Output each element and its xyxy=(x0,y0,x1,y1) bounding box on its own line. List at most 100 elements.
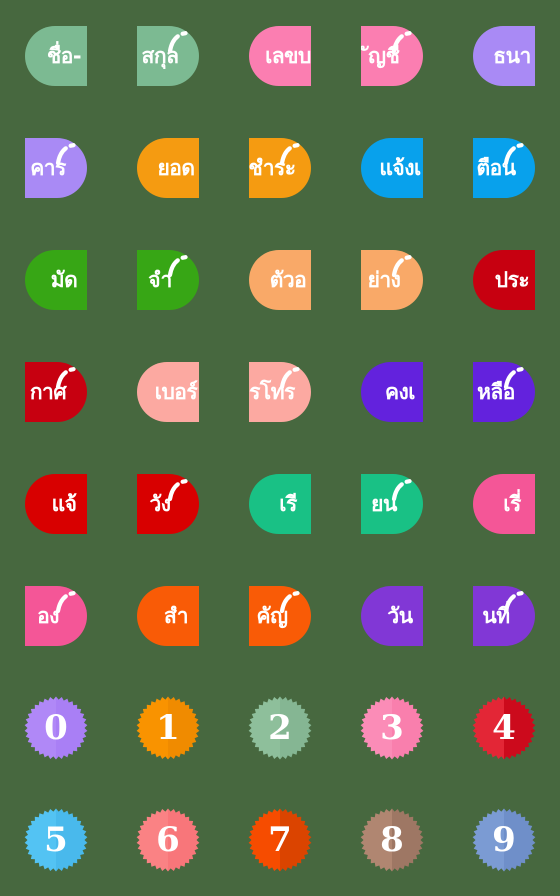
tile-tuao[interactable]: ตัวอ xyxy=(249,250,311,310)
tile-text-clip: ย่าง xyxy=(361,250,423,310)
badge-1[interactable]: 1 xyxy=(136,696,200,760)
tile-text-clip: เรี xyxy=(249,474,311,534)
tile-boe[interactable]: เบอร์ xyxy=(137,362,199,422)
tile-yot[interactable]: ยอด xyxy=(137,138,199,198)
badge-9[interactable]: 9 xyxy=(472,808,536,872)
grid-cell: เรี่ xyxy=(448,448,560,560)
badge-number: 0 xyxy=(44,708,68,748)
tile-text-clip: นที่ xyxy=(473,586,535,646)
tile-text-clip: คัญ xyxy=(249,586,311,646)
grid-cell: ธนา xyxy=(448,0,560,112)
tile-chamra[interactable]: ชำระ xyxy=(249,138,311,198)
tile-mat[interactable]: มัด xyxy=(25,250,87,310)
tile-thana[interactable]: ธนา xyxy=(473,26,535,86)
tile-sam[interactable]: สำ xyxy=(137,586,199,646)
tile-text-clip: วัน xyxy=(361,586,423,646)
tile-thi[interactable]: นที่ xyxy=(473,586,535,646)
badge-5[interactable]: 5 xyxy=(24,808,88,872)
tile-wang[interactable]: วัง xyxy=(137,474,199,534)
tile-riang[interactable]: เรี่ xyxy=(473,474,535,534)
grid-cell: คัญ xyxy=(224,560,336,672)
tile-label: รโทร xyxy=(249,379,295,404)
badge-3[interactable]: 3 xyxy=(360,696,424,760)
tile-label: เรี xyxy=(279,491,297,516)
tile-text-clip: กาศ xyxy=(25,362,87,422)
tile-label: แจ้งเ xyxy=(379,155,421,180)
tile-text-clip: ยอด xyxy=(137,138,199,198)
tile-chaengte[interactable]: แจ้งเ xyxy=(361,138,423,198)
grid-cell: ตัวอ xyxy=(224,224,336,336)
badge-number: 2 xyxy=(268,708,292,748)
badge-number: 3 xyxy=(380,708,404,748)
grid-cell: จำ xyxy=(112,224,224,336)
badge-number: 7 xyxy=(268,820,292,860)
tile-pra[interactable]: ประ xyxy=(473,250,535,310)
tile-kat[interactable]: กาศ xyxy=(25,362,87,422)
tile-khan[interactable]: คาร xyxy=(25,138,87,198)
tile-text-clip: ประ xyxy=(473,250,535,310)
grid-cell: กาศ xyxy=(0,336,112,448)
tile-label: มัด xyxy=(50,267,78,292)
tile-label: สำ xyxy=(163,603,189,628)
tile-text-clip: วัง xyxy=(137,474,199,534)
grid-cell: เบอร์ xyxy=(112,336,224,448)
tile-cham[interactable]: จำ xyxy=(137,250,199,310)
tile-sakun[interactable]: สกุล xyxy=(137,26,199,86)
badge-2[interactable]: 2 xyxy=(248,696,312,760)
tile-chue[interactable]: ชื่อ- xyxy=(25,26,87,86)
tile-text-clip: ตัวอ xyxy=(249,250,311,310)
tile-label: นที่ xyxy=(482,603,510,628)
grid-cell: ชื่อ- xyxy=(0,0,112,112)
tile-text-clip: แจ้ xyxy=(25,474,87,534)
tile-label: สกุล xyxy=(141,43,179,68)
grid-cell: ยอด xyxy=(112,112,224,224)
tile-chae[interactable]: แจ้ xyxy=(25,474,87,534)
grid-cell: แจ้ xyxy=(0,448,112,560)
grid-cell: เลขบ xyxy=(224,0,336,112)
tile-text-clip: เรี่ xyxy=(473,474,535,534)
tile-text-clip: เบอร์ xyxy=(137,362,199,422)
tile-wan[interactable]: วัน xyxy=(361,586,423,646)
tile-text-clip: ธนา xyxy=(473,26,535,86)
tile-ong[interactable]: อง xyxy=(25,586,87,646)
tile-label: ยน xyxy=(371,491,397,516)
tile-yon[interactable]: ยน xyxy=(361,474,423,534)
grid-cell: 9 xyxy=(448,784,560,896)
tile-khan2[interactable]: คัญ xyxy=(249,586,311,646)
tile-label: คัญ xyxy=(256,603,288,628)
badge-4[interactable]: 4 xyxy=(472,696,536,760)
grid-cell: 5 xyxy=(0,784,112,896)
badge-8[interactable]: 8 xyxy=(360,808,424,872)
tile-label: ประ xyxy=(494,267,530,292)
grid-cell: ตือน xyxy=(448,112,560,224)
grid-cell: 1 xyxy=(112,672,224,784)
badge-7[interactable]: 7 xyxy=(248,808,312,872)
tile-text-clip: ยน xyxy=(361,474,423,534)
badge-number: 5 xyxy=(44,820,68,860)
grid-cell: 7 xyxy=(224,784,336,896)
tile-lekba[interactable]: เลขบ xyxy=(249,26,311,86)
tile-label: คงเ xyxy=(385,379,415,404)
grid-cell: ัญชี xyxy=(336,0,448,112)
tile-luea[interactable]: หลือ xyxy=(473,362,535,422)
grid-cell: 8 xyxy=(336,784,448,896)
badge-0[interactable]: 0 xyxy=(24,696,88,760)
tile-text-clip: คงเ xyxy=(361,362,423,422)
tile-text-clip: มัด xyxy=(25,250,87,310)
tile-khongte[interactable]: คงเ xyxy=(361,362,423,422)
grid-cell: มัด xyxy=(0,224,112,336)
tile-thon[interactable]: รโทร xyxy=(249,362,311,422)
tile-label: วัน xyxy=(387,603,413,628)
tile-banchi[interactable]: ัญชี xyxy=(361,26,423,86)
badge-number: 4 xyxy=(492,708,516,748)
badge-number: 1 xyxy=(156,708,180,748)
tile-text-clip: เลขบ xyxy=(249,26,311,86)
grid-cell: ย่าง xyxy=(336,224,448,336)
tile-yang[interactable]: ย่าง xyxy=(361,250,423,310)
badge-6[interactable]: 6 xyxy=(136,808,200,872)
tile-tuean[interactable]: ตือน xyxy=(473,138,535,198)
tile-ri[interactable]: เรี xyxy=(249,474,311,534)
grid-cell: ประ xyxy=(448,224,560,336)
tile-label: คาร xyxy=(30,155,66,180)
grid-cell: 3 xyxy=(336,672,448,784)
